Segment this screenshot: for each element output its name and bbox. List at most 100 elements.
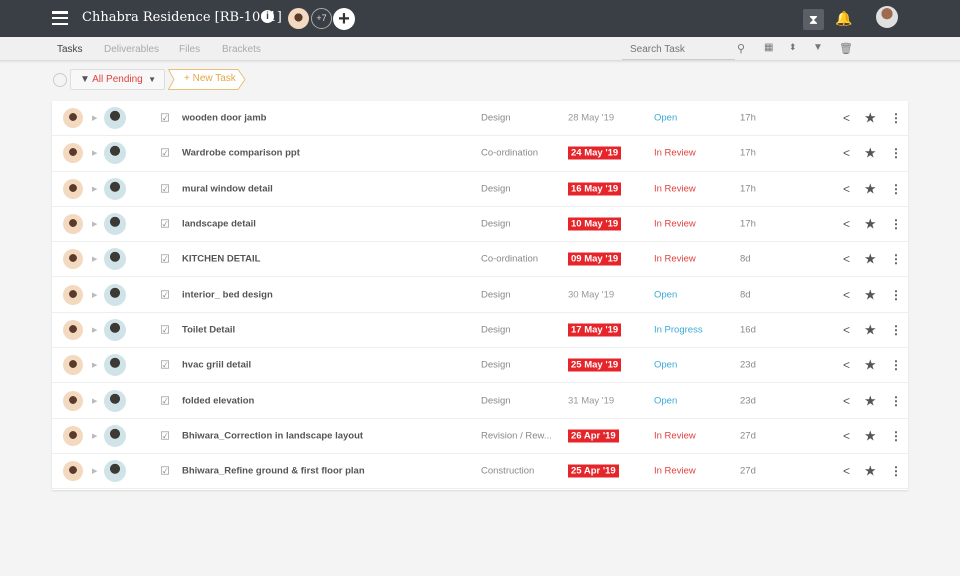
assignee-avatar[interactable] (104, 248, 126, 270)
star-icon[interactable]: ★ (864, 180, 877, 197)
share-icon[interactable]: < (843, 217, 850, 231)
grid-icon[interactable]: ▦ (764, 42, 773, 53)
star-icon[interactable]: ★ (864, 110, 877, 127)
task-name[interactable]: Bhiwara_Refine ground & first floor plan (182, 466, 365, 477)
share-icon[interactable]: < (843, 464, 850, 478)
more-options-icon[interactable]: ⋮ (890, 358, 902, 372)
share-icon[interactable]: < (843, 358, 850, 372)
task-check-icon[interactable]: ☑ (160, 429, 170, 442)
table-row[interactable]: ▶ ☑ Bhiwara_Correction in landscape layo… (52, 419, 908, 454)
more-options-icon[interactable]: ⋮ (890, 182, 902, 196)
more-members-badge[interactable]: +7 (311, 8, 332, 29)
star-icon[interactable]: ★ (864, 286, 877, 303)
task-name[interactable]: landscape detail (182, 219, 256, 230)
star-icon[interactable]: ★ (864, 145, 877, 162)
table-row[interactable]: ▶ ☑ Wardrobe comparison ppt Co-ordinatio… (52, 136, 908, 171)
table-row[interactable]: ▶ ☑ Bhiwara_Refine ground & first floor … (52, 454, 908, 489)
star-icon[interactable]: ★ (864, 216, 877, 233)
task-check-icon[interactable]: ☑ (160, 323, 170, 336)
select-all-checkbox[interactable] (53, 73, 67, 87)
more-options-icon[interactable]: ⋮ (890, 111, 902, 125)
share-icon[interactable]: < (843, 323, 850, 337)
task-check-icon[interactable]: ☑ (160, 394, 170, 407)
table-row[interactable]: ▶ ☑ hvac griil detail Design 25 May '19 … (52, 348, 908, 383)
search-input[interactable] (622, 40, 735, 60)
task-name[interactable]: wooden door jamb (182, 113, 266, 124)
task-check-icon[interactable]: ☑ (160, 359, 170, 372)
star-icon[interactable]: ★ (864, 251, 877, 268)
task-check-icon[interactable]: ☑ (160, 112, 170, 125)
assignee-avatar[interactable] (104, 390, 126, 412)
assignee-avatar[interactable] (104, 354, 126, 376)
tab-deliverables[interactable]: Deliverables (104, 44, 159, 55)
task-name[interactable]: Toilet Detail (182, 324, 235, 335)
sort-icon[interactable]: ⬍ (789, 42, 797, 53)
task-check-icon[interactable]: ☑ (160, 218, 170, 231)
info-icon[interactable]: i (261, 10, 274, 23)
tab-tasks[interactable]: Tasks (57, 44, 83, 55)
hourglass-icon[interactable]: ⧗ (803, 9, 824, 30)
assignee-avatar[interactable] (104, 213, 126, 235)
assignee-avatar[interactable] (104, 142, 126, 164)
table-row[interactable]: ▶ ☑ Toilet Detail Design 17 May '19 In P… (52, 313, 908, 348)
table-row[interactable]: ▶ ☑ folded elevation Design 31 May '19 O… (52, 383, 908, 418)
more-options-icon[interactable]: ⋮ (890, 464, 902, 478)
task-name[interactable]: mural window detail (182, 183, 273, 194)
assignee-avatar[interactable] (104, 178, 126, 200)
star-icon[interactable]: ★ (864, 357, 877, 374)
task-check-icon[interactable]: ☑ (160, 182, 170, 195)
share-icon[interactable]: < (843, 429, 850, 443)
table-row[interactable]: ▶ ☑ wooden door jamb Design 28 May '19 O… (52, 101, 908, 136)
task-check-icon[interactable]: ☑ (160, 288, 170, 301)
task-name[interactable]: interior_ bed design (182, 289, 273, 300)
task-check-icon[interactable]: ☑ (160, 253, 170, 266)
member-avatar[interactable] (288, 8, 309, 29)
share-icon[interactable]: < (843, 182, 850, 196)
task-name[interactable]: folded elevation (182, 395, 254, 406)
task-name[interactable]: Wardrobe comparison ppt (182, 148, 300, 159)
new-task-button[interactable]: + New Task (168, 69, 246, 90)
tab-files[interactable]: Files (179, 44, 200, 55)
task-name[interactable]: KITCHEN DETAIL (182, 254, 260, 265)
more-options-icon[interactable]: ⋮ (890, 146, 902, 160)
assignee-avatar[interactable] (104, 425, 126, 447)
filter-icon[interactable]: ▼ (813, 42, 823, 53)
assignee-avatar[interactable] (104, 319, 126, 341)
assignee-avatar[interactable] (104, 460, 126, 482)
table-row[interactable]: ▶ ☑ interior_ bed design Design 30 May '… (52, 278, 908, 313)
menu-icon[interactable] (52, 11, 68, 25)
task-name[interactable]: hvac griil detail (182, 360, 251, 371)
table-row[interactable]: ▶ ☑ mural window detail Design 16 May '1… (52, 172, 908, 207)
bell-icon[interactable]: 🔔 (835, 10, 852, 27)
task-check-icon[interactable]: ☑ (160, 465, 170, 478)
user-avatar[interactable] (876, 6, 898, 28)
duration: 16d (740, 324, 756, 335)
more-options-icon[interactable]: ⋮ (890, 252, 902, 266)
star-icon[interactable]: ★ (864, 463, 877, 480)
search-icon[interactable]: ⚲ (737, 42, 745, 55)
star-icon[interactable]: ★ (864, 392, 877, 409)
star-icon[interactable]: ★ (864, 427, 877, 444)
more-options-icon[interactable]: ⋮ (890, 288, 902, 302)
share-icon[interactable]: < (843, 252, 850, 266)
share-icon[interactable]: < (843, 146, 850, 160)
star-icon[interactable]: ★ (864, 321, 877, 338)
more-options-icon[interactable]: ⋮ (890, 394, 902, 408)
task-check-icon[interactable]: ☑ (160, 147, 170, 160)
share-icon[interactable]: < (843, 111, 850, 125)
table-row[interactable]: ▶ ☑ landscape detail Design 10 May '19 I… (52, 207, 908, 242)
trash-icon[interactable]: 🗑 (839, 42, 853, 55)
more-options-icon[interactable]: ⋮ (890, 323, 902, 337)
tab-brackets[interactable]: Brackets (222, 44, 261, 55)
table-row[interactable]: ▶ ☑ KITCHEN DETAIL Co-ordination 09 May … (52, 242, 908, 277)
filter-dropdown[interactable]: ▼ All Pending▼ (70, 69, 165, 90)
due-date: 16 May '19 (568, 182, 621, 195)
add-member-button[interactable]: + (333, 8, 355, 30)
more-options-icon[interactable]: ⋮ (890, 429, 902, 443)
share-icon[interactable]: < (843, 288, 850, 302)
more-options-icon[interactable]: ⋮ (890, 217, 902, 231)
assignee-avatar[interactable] (104, 284, 126, 306)
assignee-avatar[interactable] (104, 107, 126, 129)
share-icon[interactable]: < (843, 394, 850, 408)
task-name[interactable]: Bhiwara_Correction in landscape layout (182, 430, 363, 441)
